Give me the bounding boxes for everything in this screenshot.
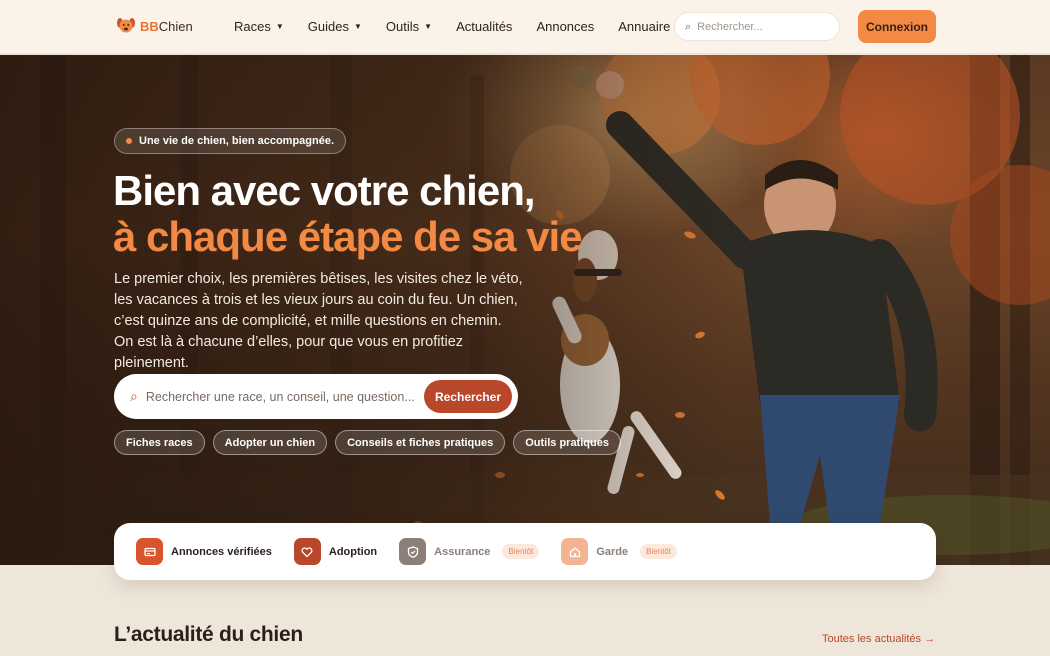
coming-soon-badge: Bientôt	[502, 544, 540, 559]
coming-soon-badge: Bientôt	[640, 544, 678, 559]
quick-link-chip[interactable]: Adopter un chien	[212, 430, 328, 455]
logo-text: BBChien	[140, 18, 193, 34]
feature-annonces[interactable]: Annonces vérifiées	[136, 538, 272, 565]
shield-icon	[399, 538, 427, 565]
hero-search-button[interactable]: Rechercher	[424, 380, 512, 413]
hero-title-line1: Bien avec votre chien,	[113, 167, 536, 214]
home-icon	[561, 538, 589, 565]
feature-garde[interactable]: Garde Bientôt	[561, 538, 678, 565]
nav-item-label: Annonces	[536, 19, 595, 34]
nav-item-actualites[interactable]: Actualités	[456, 19, 512, 34]
news-section-title: L’actualité du chien	[114, 623, 303, 646]
nav-item-label: Outils	[385, 19, 420, 34]
card-icon	[136, 538, 163, 565]
hero-search-input[interactable]: Rechercher une race, un conseil, une que…	[146, 390, 424, 404]
main-nav: Races ▼ Guides ▼ Outils ▼ Actualités Annonces An…	[234, 19, 670, 34]
nav-item-label: Actualités	[456, 19, 513, 34]
caret-down-icon: ▼	[424, 22, 433, 31]
all-news-link[interactable]: Toutes les actualités →	[822, 633, 935, 645]
login-button[interactable]: Connexion	[858, 10, 936, 43]
nav-item-races[interactable]: Races ▼	[234, 19, 284, 34]
nav-item-outils[interactable]: Outils ▼	[386, 19, 432, 34]
header-search-placeholder: Rechercher...	[697, 20, 763, 33]
site-header: BBChien Races ▼ Guides ▼ Outils ▼ Actualités An…	[0, 0, 1050, 54]
hero-quick-links: Fiches races Adopter un chien Conseils et …	[114, 430, 621, 455]
feature-label: Annonces vérifiées	[171, 545, 272, 558]
quick-link-chip[interactable]: Outils pratiques	[513, 430, 621, 455]
hero-search-bar: ⌕ Rechercher une race, un conseil, une q…	[114, 374, 518, 419]
features-bar: Annonces vérifiées Adoption Assurance Bient…	[114, 523, 936, 580]
feature-label: Garde	[596, 545, 629, 558]
dot-icon	[126, 138, 132, 144]
search-icon: ⌕	[685, 19, 692, 33]
feature-label: Adoption	[328, 545, 378, 558]
caret-down-icon: ▼	[275, 22, 284, 31]
feature-label: Assurance	[434, 545, 491, 558]
nav-item-label: Annuaire	[618, 19, 671, 34]
dog-logo-icon	[117, 18, 135, 33]
header-search-input[interactable]: ⌕ Rechercher...	[674, 12, 840, 41]
nav-item-label: Races	[234, 19, 271, 34]
search-icon: ⌕	[130, 388, 138, 405]
caret-down-icon: ▼	[353, 22, 362, 31]
feature-assurance[interactable]: Assurance Bientôt	[399, 538, 540, 565]
hero-title-line2: à chaque étape de sa vie	[113, 213, 583, 260]
quick-link-chip[interactable]: Conseils et fiches pratiques	[335, 430, 506, 455]
hero-tagline: Une vie de chien, bien accompagnée.	[139, 135, 335, 147]
quick-link-chip[interactable]: Fiches races	[114, 430, 205, 455]
hero-tagline-pill: Une vie de chien, bien accompagnée.	[114, 128, 347, 154]
hero-lead: Le premier choix, les premières bêtises,…	[114, 271, 523, 371]
heart-icon	[293, 538, 321, 565]
nav-item-annonces[interactable]: Annonces	[536, 19, 594, 34]
site-logo[interactable]: BBChien	[116, 16, 193, 36]
nav-item-label: Guides	[307, 19, 349, 34]
nav-item-guides[interactable]: Guides ▼	[308, 19, 362, 34]
nav-item-annuaire[interactable]: Annuaire	[618, 19, 670, 34]
feature-adoption[interactable]: Adoption	[293, 538, 378, 565]
